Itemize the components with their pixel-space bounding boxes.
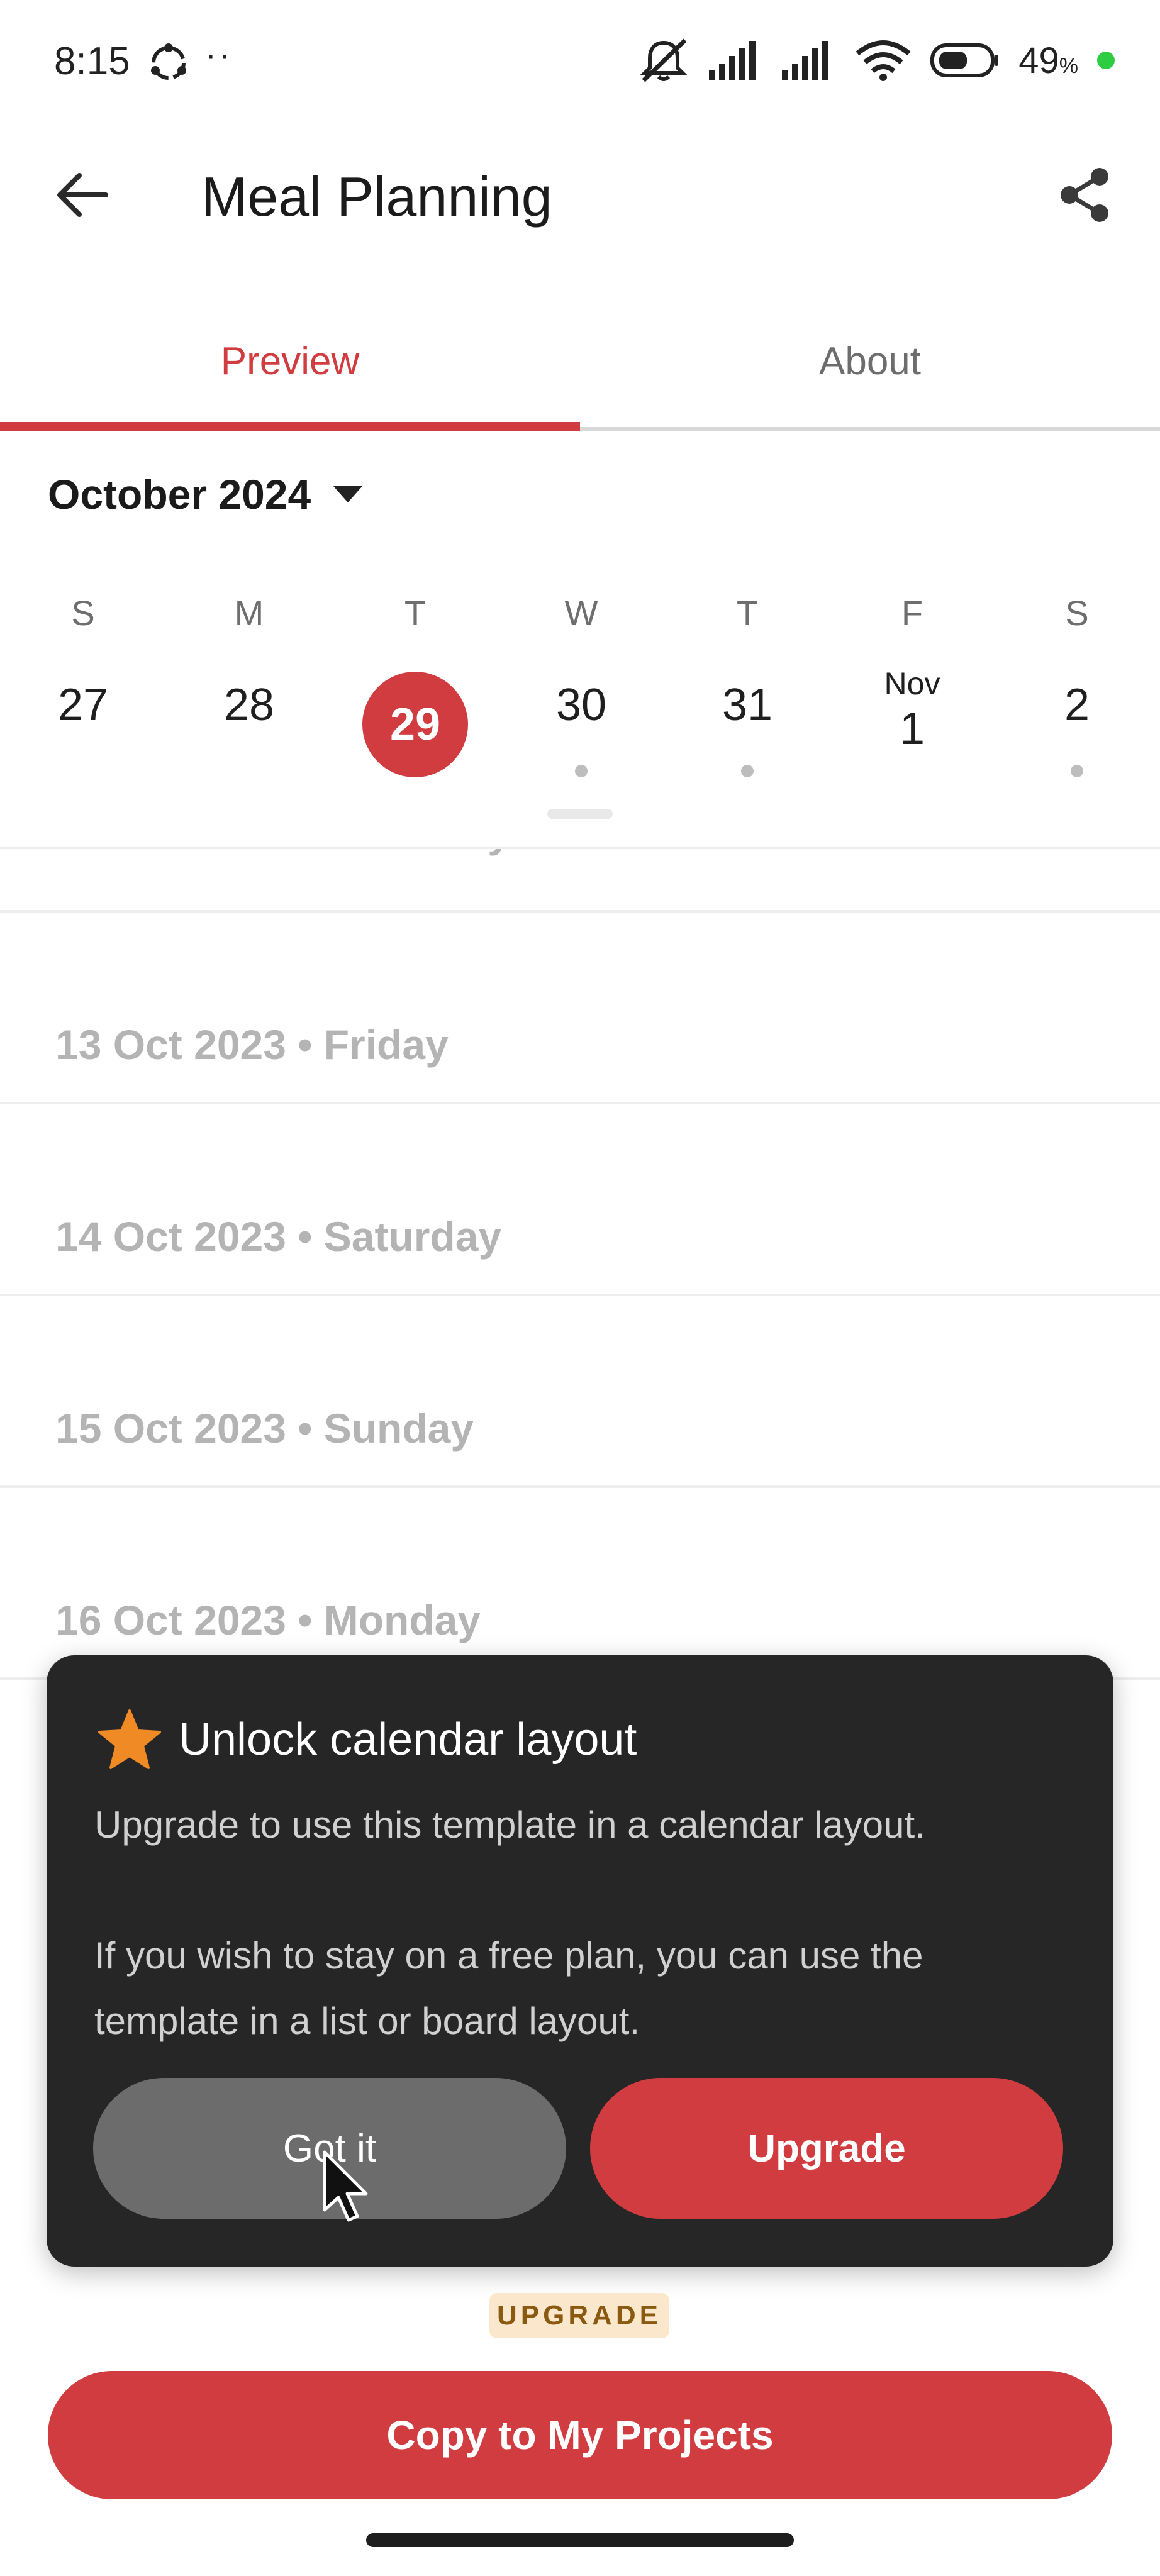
day-number: 30 xyxy=(555,680,607,730)
battery-percent: 49% xyxy=(1018,40,1078,81)
day-number: 31 xyxy=(722,680,773,730)
tab-indicator xyxy=(0,422,580,431)
share-icon xyxy=(1061,168,1108,222)
day-cell-28[interactable]: M 28 xyxy=(186,579,312,786)
status-more-dots: ·· xyxy=(205,36,233,74)
day-cell-nov-1[interactable]: F Nov 1 xyxy=(849,579,975,786)
day-number: 27 xyxy=(57,680,109,730)
upgrade-button[interactable]: Upgrade xyxy=(590,2078,1063,2219)
screen: 8:15 ·· 49% Meal Planning Preview About … xyxy=(0,0,1160,2576)
copy-to-my-projects-button[interactable]: Copy to My Projects xyxy=(48,2371,1112,2499)
week-strip: S 27 M 28 T 29 W 30 T 31 F Nov 1 S 2 xyxy=(0,579,1160,786)
month-label: October 2024 xyxy=(48,471,311,518)
home-indicator[interactable] xyxy=(366,2533,794,2547)
status-right: 49% xyxy=(637,35,1115,86)
privacy-indicator-dot xyxy=(1097,52,1115,69)
weekday-label: W xyxy=(564,593,598,633)
status-bar: 8:15 ·· 49% xyxy=(0,0,1160,126)
tooltip-title: Unlock calendar layout xyxy=(179,1714,637,1765)
list-item[interactable]: 12 Oct 2023 • Thursday xyxy=(0,849,1160,913)
mouse-cursor-icon xyxy=(323,2150,368,2222)
weekday-label: S xyxy=(1065,593,1089,633)
list-item[interactable]: 13 Oct 2023 • Friday xyxy=(0,913,1160,1104)
weekday-label: T xyxy=(736,593,759,633)
day-number: 2 xyxy=(1064,680,1090,730)
sync-icon xyxy=(151,43,186,80)
tab-about[interactable]: About xyxy=(580,296,1160,427)
tooltip-paragraph: If you wish to stay on a free plan, you … xyxy=(94,1935,923,2042)
day-row-label: 12 Oct 2023 • Thursday xyxy=(55,849,511,857)
day-number: 1 xyxy=(899,704,925,754)
tooltip-body: Upgrade to use this template in a calend… xyxy=(94,1792,1076,2054)
tab-bar: Preview About xyxy=(0,296,1160,431)
mute-icon xyxy=(640,38,688,82)
page-title: Meal Planning xyxy=(201,165,552,228)
event-dot xyxy=(575,765,588,777)
back-button[interactable] xyxy=(38,157,126,233)
star-icon xyxy=(98,1709,161,1769)
tooltip-header: Unlock calendar layout xyxy=(97,1708,637,1771)
day-row-label: 16 Oct 2023 • Monday xyxy=(55,1597,481,1643)
weekday-label: M xyxy=(234,593,264,633)
weekday-label: S xyxy=(71,593,95,633)
upgrade-tooltip: Unlock calendar layout Upgrade to use th… xyxy=(47,1655,1113,2267)
selected-day-number: 29 xyxy=(362,672,468,777)
upgrade-badge[interactable]: UPGRADE xyxy=(489,2293,669,2338)
weekday-label: F xyxy=(901,593,923,633)
day-cell-27[interactable]: S 27 xyxy=(20,579,146,786)
list-item[interactable]: 15 Oct 2023 • Sunday xyxy=(0,1296,1160,1488)
day-month-label: Nov xyxy=(884,666,940,701)
day-list: 12 Oct 2023 • Thursday 13 Oct 2023 • Fri… xyxy=(0,847,1160,1727)
tooltip-paragraph: Upgrade to use this template in a calend… xyxy=(94,1804,925,1846)
list-item[interactable]: 16 Oct 2023 • Monday xyxy=(0,1488,1160,1680)
caret-down-icon xyxy=(333,486,363,502)
tab-preview[interactable]: Preview xyxy=(0,296,580,427)
weekday-label: T xyxy=(404,593,427,633)
signal-icon-2 xyxy=(782,41,829,80)
drag-handle[interactable] xyxy=(547,809,613,819)
day-row-label: 13 Oct 2023 • Friday xyxy=(55,1021,449,1068)
battery-icon xyxy=(930,43,999,77)
day-row-label: 14 Oct 2023 • Saturday xyxy=(55,1213,502,1260)
day-cell-2[interactable]: S 2 xyxy=(1014,579,1140,786)
month-selector[interactable]: October 2024 xyxy=(48,470,363,518)
list-item[interactable]: 14 Oct 2023 • Saturday xyxy=(0,1104,1160,1296)
day-row-label: 15 Oct 2023 • Sunday xyxy=(55,1405,474,1452)
signal-icon-1 xyxy=(709,41,756,80)
day-cell-31[interactable]: T 31 xyxy=(684,579,810,786)
arrow-left-icon xyxy=(57,173,108,217)
wifi-icon xyxy=(856,40,911,81)
share-button[interactable] xyxy=(1040,157,1129,233)
status-time: 8:15 xyxy=(54,40,130,83)
event-dot xyxy=(1071,765,1083,777)
app-bar: Meal Planning xyxy=(0,126,1160,264)
day-cell-30[interactable]: W 30 xyxy=(518,579,644,786)
day-number: 28 xyxy=(223,680,275,730)
day-cell-29-selected[interactable]: T 29 xyxy=(352,579,478,786)
event-dot xyxy=(741,765,754,777)
